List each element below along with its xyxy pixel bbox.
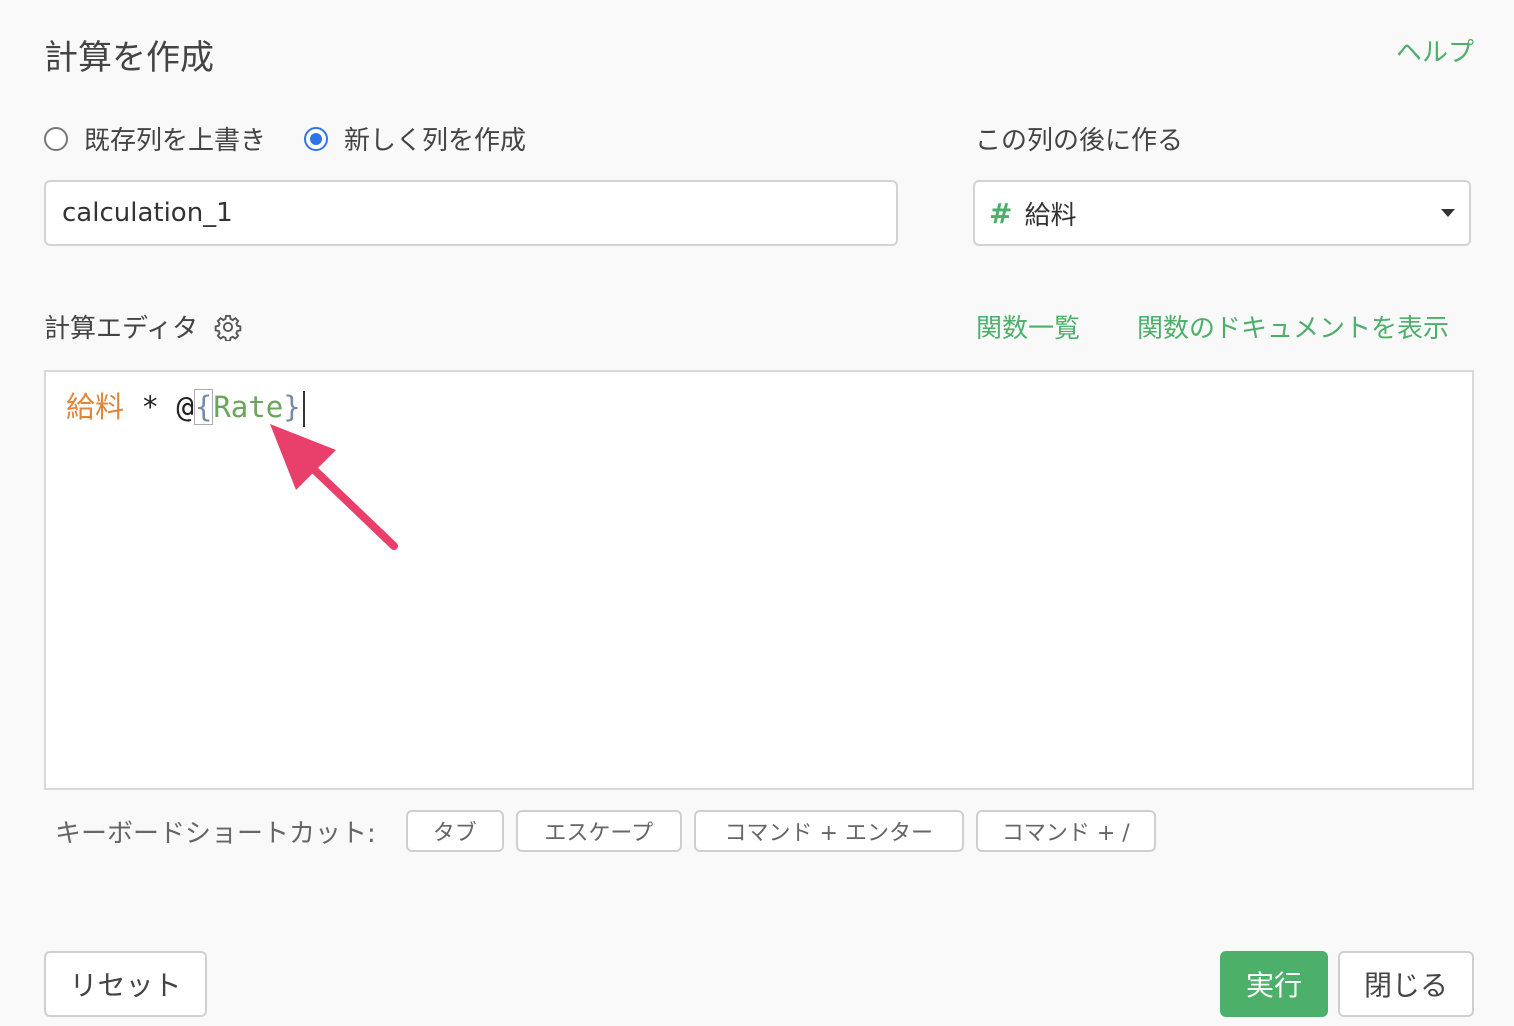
numeric-type-icon: # [989, 196, 1013, 230]
gear-icon[interactable] [214, 313, 242, 341]
radio-overwrite-label: 既存列を上書き [84, 126, 267, 156]
keyboard-shortcuts: キーボードショートカット: タブ エスケープ コマンド + エンター コマンド … [55, 810, 1168, 852]
editor-heading: 計算エディタ [44, 308, 242, 345]
parameter-token: Rate [213, 390, 284, 424]
radio-create-new[interactable]: 新しく列を作成 [304, 120, 526, 157]
reset-button[interactable]: リセット [44, 951, 207, 1017]
close-brace-token: } [283, 390, 301, 424]
help-link[interactable]: ヘルプ [1396, 32, 1474, 69]
radio-create-new-label: 新しく列を作成 [344, 126, 527, 156]
at-token: @ [176, 390, 194, 424]
insert-after-label: この列の後に作る [975, 126, 1184, 156]
shortcut-command-enter[interactable]: コマンド + エンター [693, 810, 964, 852]
radio-circle-checked[interactable] [304, 126, 329, 151]
shortcut-tab[interactable]: タブ [405, 810, 504, 852]
editor-label: 計算エディタ [44, 314, 199, 344]
radio-overwrite-existing[interactable]: 既存列を上書き [44, 120, 266, 157]
operator-token: * [124, 390, 177, 424]
function-docs-link[interactable]: 関数のドキュメントを表示 [1137, 308, 1449, 345]
insert-after-selected-value: 給料 [1024, 200, 1077, 231]
column-token: 給料 [66, 390, 125, 424]
function-list-link[interactable]: 関数一覧 [976, 308, 1080, 345]
mode-radio-group: 既存列を上書き 新しく列を作成 [44, 120, 564, 157]
page-title: 計算を作成 [44, 38, 214, 78]
close-button[interactable]: 閉じる [1338, 951, 1474, 1017]
insert-after-select[interactable]: # 給料 [973, 180, 1471, 246]
shortcuts-label: キーボードショートカット: [55, 818, 376, 849]
chevron-down-icon [1441, 209, 1455, 217]
shortcut-command-slash[interactable]: コマンド + / [975, 810, 1156, 852]
calculation-editor[interactable]: 給料 * @{Rate} [44, 370, 1474, 790]
column-name-input[interactable] [44, 180, 898, 246]
shortcut-escape[interactable]: エスケープ [515, 810, 682, 852]
run-button[interactable]: 実行 [1220, 951, 1328, 1017]
radio-circle-unchecked[interactable] [44, 126, 68, 151]
open-brace-token: { [193, 389, 214, 425]
annotation-arrow-icon [270, 424, 398, 550]
